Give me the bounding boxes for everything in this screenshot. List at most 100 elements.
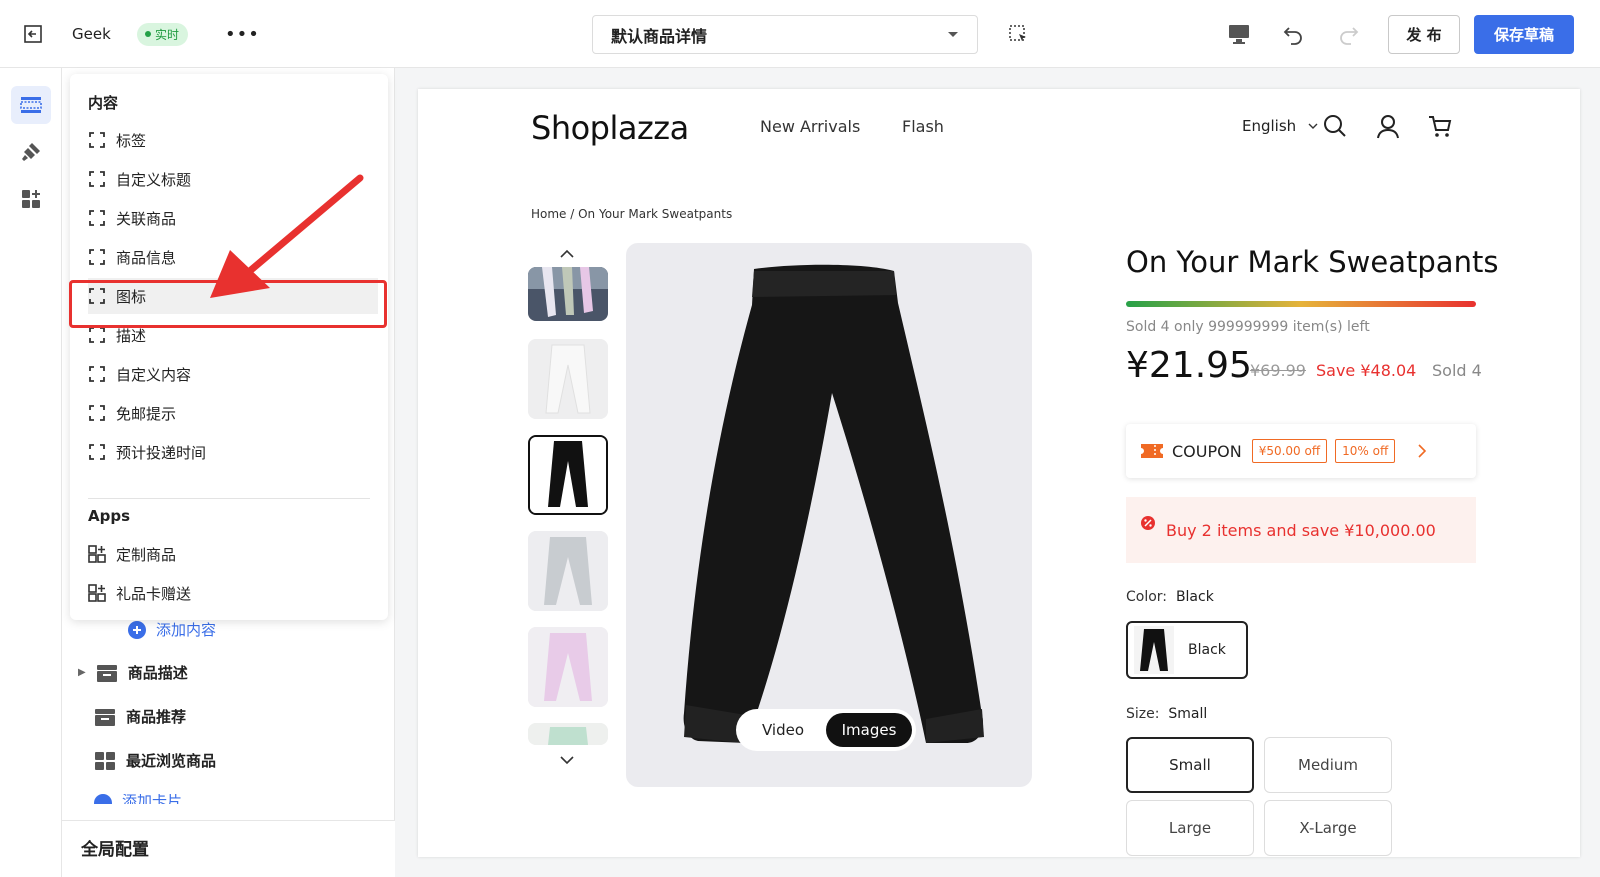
page-template-select[interactable]: 默认商品详情 <box>592 15 978 54</box>
thumbnail-image[interactable] <box>528 267 608 321</box>
block-item-delivery-time[interactable]: 预计投递时间 <box>88 434 206 470</box>
size-option-large[interactable]: Large <box>1126 800 1254 856</box>
account-icon[interactable] <box>1375 113 1401 139</box>
size-label: Size: Small <box>1126 706 1208 722</box>
app-item-gift-card[interactable]: 礼品卡赠送 <box>88 575 191 611</box>
language-select[interactable]: English <box>1242 117 1318 135</box>
preview-canvas: Shoplazza New Arrivals Flash English Hom… <box>418 89 1580 857</box>
desktop-preview-icon[interactable] <box>1227 0 1251 68</box>
swatch-thumbnail <box>1134 626 1174 674</box>
block-item-tag[interactable]: 标签 <box>88 122 146 158</box>
block-item-product-info[interactable]: 商品信息 <box>88 239 176 275</box>
block-item-related-products[interactable]: 关联商品 <box>88 200 176 236</box>
size-option-xlarge[interactable]: X-Large <box>1264 800 1392 856</box>
divider <box>88 498 370 499</box>
thumbnail-image[interactable] <box>528 531 608 611</box>
color-swatch-black[interactable]: Black <box>1126 621 1248 679</box>
redo-icon[interactable] <box>1336 0 1360 68</box>
block-frame-icon <box>89 444 105 460</box>
add-block-popup: 内容 标签 自定义标题 关联商品 商品信息 图标 描述 自定义内容 免邮提示 预… <box>70 74 388 620</box>
theme-settings-tab[interactable] <box>11 133 51 171</box>
video-tab[interactable]: Video <box>740 713 826 747</box>
store-logo[interactable]: Shoplazza <box>531 109 689 147</box>
save-draft-button[interactable]: 保存草稿 <box>1474 15 1574 54</box>
block-item-free-shipping[interactable]: 免邮提示 <box>88 395 176 431</box>
cart-icon[interactable] <box>1427 113 1453 139</box>
publish-button[interactable]: 发 布 <box>1388 15 1460 54</box>
section-recently-viewed[interactable]: 最近浏览商品 <box>94 750 216 771</box>
images-tab[interactable]: Images <box>826 713 912 747</box>
compare-price: ¥69.99 <box>1250 361 1306 380</box>
caret-right-icon: ▶ <box>78 667 86 678</box>
apps-heading: Apps <box>88 507 131 525</box>
thumbnail-image-selected[interactable] <box>528 435 608 515</box>
coupon-tag: ¥50.00 off <box>1251 439 1328 463</box>
add-content-link[interactable]: 添加内容 <box>128 619 216 640</box>
shop-name: Geek <box>72 25 111 43</box>
add-circle-icon <box>94 794 112 804</box>
block-frame-icon <box>89 249 105 265</box>
promotion-banner: Buy 2 items and save ¥10,000.00 <box>1126 497 1476 563</box>
main-product-image[interactable]: Video Images <box>626 243 1032 787</box>
coupon-bar[interactable]: COUPON ¥50.00 off 10% off <box>1126 424 1476 478</box>
chevron-right-icon <box>1418 444 1427 458</box>
app-grid-icon <box>88 545 106 563</box>
block-frame-icon <box>89 405 105 421</box>
media-toggle: Video Images <box>736 709 916 751</box>
apps-plus-icon <box>22 190 40 208</box>
color-label: Color: Black <box>1126 589 1214 605</box>
app-item-custom-product[interactable]: 定制商品 <box>88 536 176 572</box>
grid-icon <box>95 751 115 770</box>
section-block-icon <box>96 664 117 682</box>
block-frame-icon <box>89 210 105 226</box>
block-frame-icon <box>89 366 105 382</box>
block-item-custom-content[interactable]: 自定义内容 <box>88 356 191 392</box>
product-title: On Your Mark Sweatpants <box>1126 245 1499 279</box>
red-arrow-annotation <box>210 174 364 298</box>
nav-new-arrivals[interactable]: New Arrivals <box>760 117 860 136</box>
thumbnail-image[interactable] <box>528 627 608 707</box>
section-product-description[interactable]: ▶ 商品描述 <box>78 662 188 683</box>
chevron-down-icon <box>948 31 958 37</box>
stock-text: Sold 4 only 999999999 item(s) left <box>1126 319 1370 335</box>
select-element-icon[interactable] <box>1007 0 1029 68</box>
more-icon[interactable]: ••• <box>225 0 260 68</box>
coupon-tag: 10% off <box>1335 439 1396 463</box>
block-frame-icon <box>89 132 105 148</box>
global-config[interactable]: 全局配置 <box>62 820 395 877</box>
exit-icon[interactable] <box>22 0 44 68</box>
breadcrumb: Home / On Your Mark Sweatpants <box>531 207 733 221</box>
product-price: ¥21.95 <box>1126 345 1252 386</box>
content-heading: 内容 <box>88 94 119 112</box>
top-bar: Geek 实时 ••• 默认商品详情 发 布 保存草稿 <box>0 0 1600 68</box>
coupon-ticket-icon <box>1141 444 1163 458</box>
save-amount: Save ¥48.04 <box>1316 361 1417 380</box>
live-badge: 实时 <box>137 22 189 46</box>
block-frame-icon <box>89 171 105 187</box>
section-product-recommend[interactable]: 商品推荐 <box>94 706 186 727</box>
size-option-small[interactable]: Small <box>1126 737 1254 793</box>
left-rail <box>0 68 62 877</box>
block-item-custom-title[interactable]: 自定义标题 <box>88 161 191 197</box>
chevron-down-icon[interactable] <box>560 755 574 765</box>
block-frame-icon <box>89 327 105 343</box>
section-block-icon <box>95 708 115 726</box>
app-grid-icon <box>88 584 106 602</box>
chevron-down-icon <box>1308 123 1318 129</box>
add-card-link[interactable]: 添加卡片 <box>94 794 182 804</box>
undo-icon[interactable] <box>1282 0 1306 68</box>
apps-tab[interactable] <box>11 180 51 218</box>
nav-flash[interactable]: Flash <box>902 117 944 136</box>
size-option-medium[interactable]: Medium <box>1264 737 1392 793</box>
brush-icon <box>22 143 40 161</box>
add-circle-icon <box>128 620 146 639</box>
sold-count: Sold 4 <box>1432 361 1482 380</box>
sections-tab[interactable] <box>11 86 51 124</box>
thumbnail-image[interactable] <box>528 723 608 745</box>
sweatpants-image <box>683 264 984 743</box>
sections-icon <box>20 97 42 113</box>
search-icon[interactable] <box>1322 113 1348 139</box>
stock-progress-bar <box>1126 301 1476 307</box>
discount-badge-icon <box>1141 516 1155 530</box>
thumbnail-image[interactable] <box>528 339 608 419</box>
